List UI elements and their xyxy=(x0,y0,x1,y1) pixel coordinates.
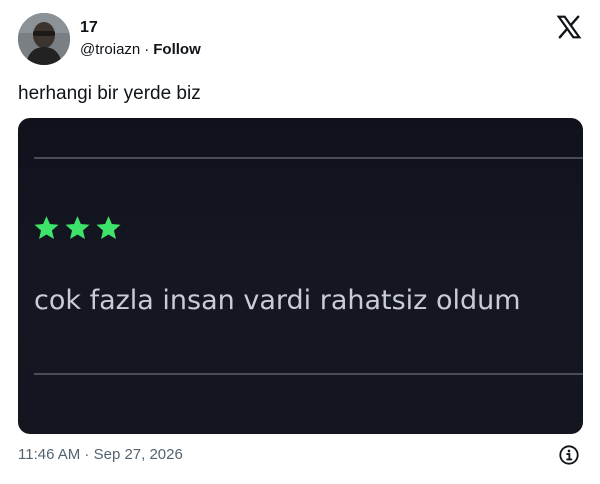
review-text: cok fazla insan vardi rahatsiz oldum xyxy=(34,285,521,316)
author-meta: @troiazn · Follow xyxy=(80,40,201,60)
author-name[interactable]: 17 xyxy=(80,18,98,38)
star-icon xyxy=(96,216,121,239)
info-icon[interactable] xyxy=(558,444,580,466)
avatar-photo xyxy=(18,13,70,65)
follow-button[interactable]: Follow xyxy=(153,41,201,58)
star-rating xyxy=(32,214,123,244)
meta-separator: · xyxy=(144,41,150,58)
avatar[interactable] xyxy=(18,13,70,65)
star-icon xyxy=(65,216,90,239)
tweet-timestamp[interactable]: 11:46 AM · Sep 27, 2026 xyxy=(18,445,183,465)
review-top-divider xyxy=(34,157,583,159)
star-icon xyxy=(34,216,59,239)
tweet-card: 17 @troiazn · Follow herhangi bir yerde bi… xyxy=(0,0,600,484)
review-bottom-divider xyxy=(34,373,583,375)
author-handle[interactable]: @troiazn xyxy=(80,41,140,58)
x-logo-icon[interactable] xyxy=(556,14,582,40)
tweet-text: herhangi bir yerde biz xyxy=(18,83,201,104)
tweet-media-image[interactable]: cok fazla insan vardi rahatsiz oldum xyxy=(18,118,583,434)
